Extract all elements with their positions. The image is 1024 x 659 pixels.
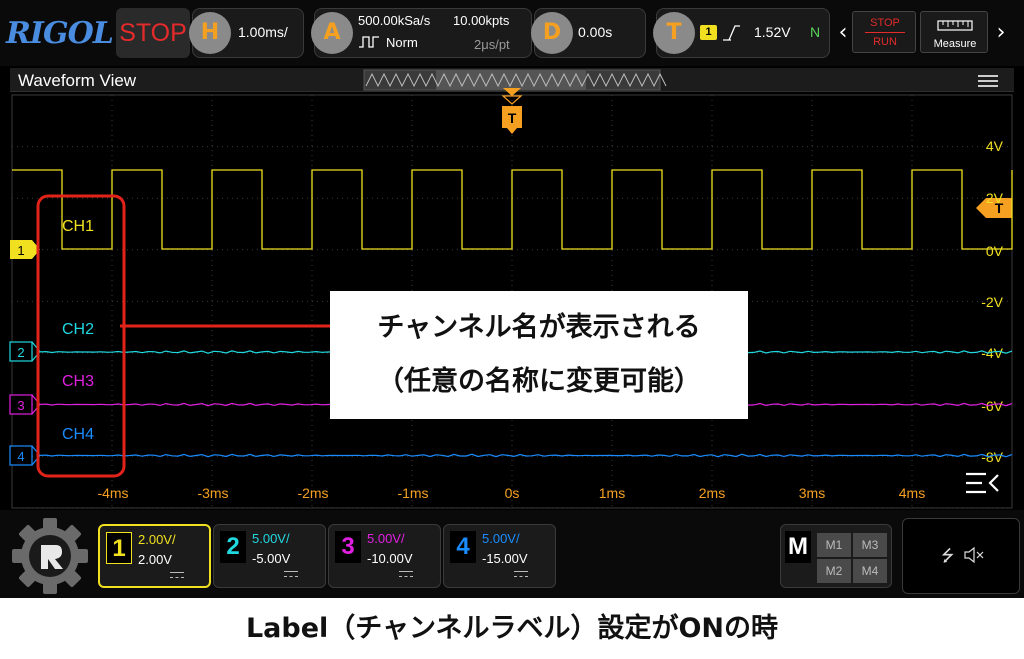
time-label: 0s — [505, 485, 520, 501]
math-m2[interactable]: M2 — [817, 559, 851, 583]
menu-icon[interactable] — [978, 75, 998, 87]
mute-icon[interactable] — [963, 547, 985, 563]
annotation-callout: チャンネル名が表示される （任意の名称に変更可能） — [330, 291, 748, 419]
ch2-scale: 5.00V/ — [252, 531, 290, 546]
math-box[interactable]: M M1 M3 M2 M4 — [780, 524, 892, 588]
volt-label: -8V — [981, 449, 1003, 465]
trigger-position-label: T — [508, 110, 517, 126]
time-label: -2ms — [297, 485, 328, 501]
time-label: -3ms — [197, 485, 228, 501]
usb-icon: ⭍ — [941, 546, 955, 565]
ch3-number: 3 — [335, 531, 361, 563]
waveform-canvas[interactable]: T T 4V 2V 0V -2V -4V -6V -8V 1 2 3 4 CH1… — [0, 0, 1024, 510]
ch1-setting-box[interactable]: 1 2.00V/ 2.00V — [98, 524, 211, 588]
ch2-number: 2 — [220, 531, 246, 563]
ch3-setting-box[interactable]: 3 5.00V/ -10.00V — [328, 524, 441, 588]
callout-line-2: （任意の名称に変更可能） — [377, 366, 701, 397]
dc-coupling-icon — [284, 571, 298, 577]
caption: Label（チャンネルラベル）設定がONの時 — [245, 613, 779, 644]
ch1-number: 1 — [106, 532, 132, 564]
time-label: 4ms — [899, 485, 925, 501]
ch4-offset: -15.00V — [482, 551, 528, 566]
ch4-marker-label: 4 — [17, 449, 24, 464]
volt-label: 2V — [986, 190, 1004, 206]
gear-logo-icon[interactable] — [10, 518, 90, 594]
ch1-offset: 2.00V — [138, 552, 172, 567]
dc-coupling-icon — [399, 571, 413, 577]
ch4-number: 4 — [450, 531, 476, 563]
ch1-offset-marker[interactable]: 1 — [10, 240, 40, 259]
time-label: 1ms — [599, 485, 625, 501]
ch3-scale: 5.00V/ — [367, 531, 405, 546]
time-label: 3ms — [799, 485, 825, 501]
ch3-label: CH3 — [62, 373, 94, 390]
ch1-label: CH1 — [62, 218, 94, 235]
memory-overview[interactable] — [363, 69, 667, 91]
ch4-scale: 5.00V/ — [482, 531, 520, 546]
ch1-scale: 2.00V/ — [138, 532, 176, 547]
math-m1[interactable]: M1 — [817, 533, 851, 557]
ch1-waveform — [12, 169, 1013, 250]
volt-label: 4V — [986, 138, 1004, 154]
ch4-waveform — [39, 453, 1013, 458]
time-label: 2ms — [699, 485, 725, 501]
status-box[interactable]: ⭍ — [902, 518, 1020, 594]
callout-line-1: チャンネル名が表示される — [377, 312, 701, 343]
math-m4[interactable]: M4 — [853, 559, 887, 583]
ch1-marker-label: 1 — [17, 243, 24, 258]
time-label: -4ms — [97, 485, 128, 501]
volt-label: -4V — [981, 345, 1003, 361]
ch4-setting-box[interactable]: 4 5.00V/ -15.00V — [443, 524, 556, 588]
ch4-label: CH4 — [62, 426, 94, 443]
ch2-marker-label: 2 — [17, 345, 24, 360]
volt-label: -2V — [981, 294, 1003, 310]
ch3-offset-marker[interactable]: 3 — [9, 394, 41, 415]
volt-label: 0V — [986, 243, 1004, 259]
math-m3[interactable]: M3 — [853, 533, 887, 557]
volt-label: -6V — [981, 398, 1003, 414]
dc-coupling-icon — [170, 572, 184, 578]
ch2-offset-marker[interactable]: 2 — [9, 341, 41, 362]
ch2-offset: -5.00V — [252, 551, 291, 566]
collapse-icon[interactable] — [966, 472, 999, 494]
ch2-label: CH2 — [62, 321, 94, 338]
ch4-offset-marker[interactable]: 4 — [9, 445, 41, 466]
dc-coupling-icon — [514, 571, 528, 577]
ch2-setting-box[interactable]: 2 5.00V/ -5.00V — [213, 524, 326, 588]
ch3-marker-label: 3 — [17, 398, 24, 413]
time-label: -1ms — [397, 485, 428, 501]
ch3-offset: -10.00V — [367, 551, 413, 566]
math-key: M — [785, 531, 811, 563]
